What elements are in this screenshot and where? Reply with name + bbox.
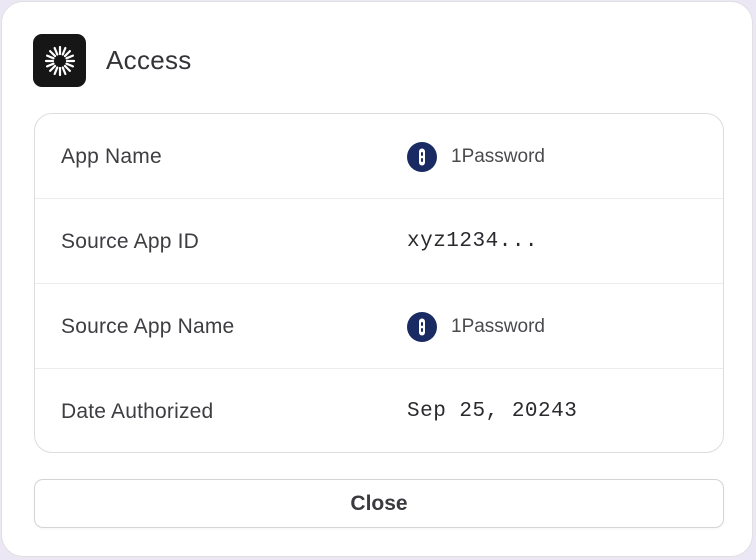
- app-name-text: 1Password: [451, 145, 545, 167]
- app-name-label: App Name: [61, 145, 162, 168]
- app-name-value: 1Password: [407, 114, 545, 199]
- date-authorized-label: Date Authorized: [61, 400, 214, 423]
- detail-row-date-authorized: Date Authorized Sep 25, 20243: [35, 369, 723, 452]
- detail-row-source-app-id: Source App ID xyz1234...: [35, 199, 723, 284]
- access-dialog: Access App Name 1Password Source App ID …: [1, 1, 753, 557]
- detail-row-app-name: App Name 1Password: [35, 114, 723, 199]
- detail-row-source-app-name: Source App Name 1Password: [35, 284, 723, 369]
- 1password-icon: [407, 141, 437, 172]
- details-table: App Name 1Password Source App ID xyz1234…: [34, 113, 724, 453]
- source-app-name-value: 1Password: [407, 284, 545, 369]
- source-app-id-label: Source App ID: [61, 230, 200, 253]
- date-authorized-text: Sep 25, 20243: [407, 400, 578, 423]
- source-app-id-value: xyz1234...: [407, 199, 538, 284]
- source-app-name-text: 1Password: [451, 315, 545, 337]
- date-authorized-value: Sep 25, 20243: [407, 369, 578, 452]
- close-button[interactable]: Close: [34, 479, 724, 528]
- source-app-name-label: Source App Name: [61, 315, 235, 338]
- 1password-icon: [407, 311, 437, 342]
- dialog-header: Access: [33, 34, 192, 87]
- source-app-id-text: xyz1234...: [407, 230, 539, 253]
- sunburst-logo-icon: [33, 34, 86, 87]
- dialog-title: Access: [106, 45, 192, 75]
